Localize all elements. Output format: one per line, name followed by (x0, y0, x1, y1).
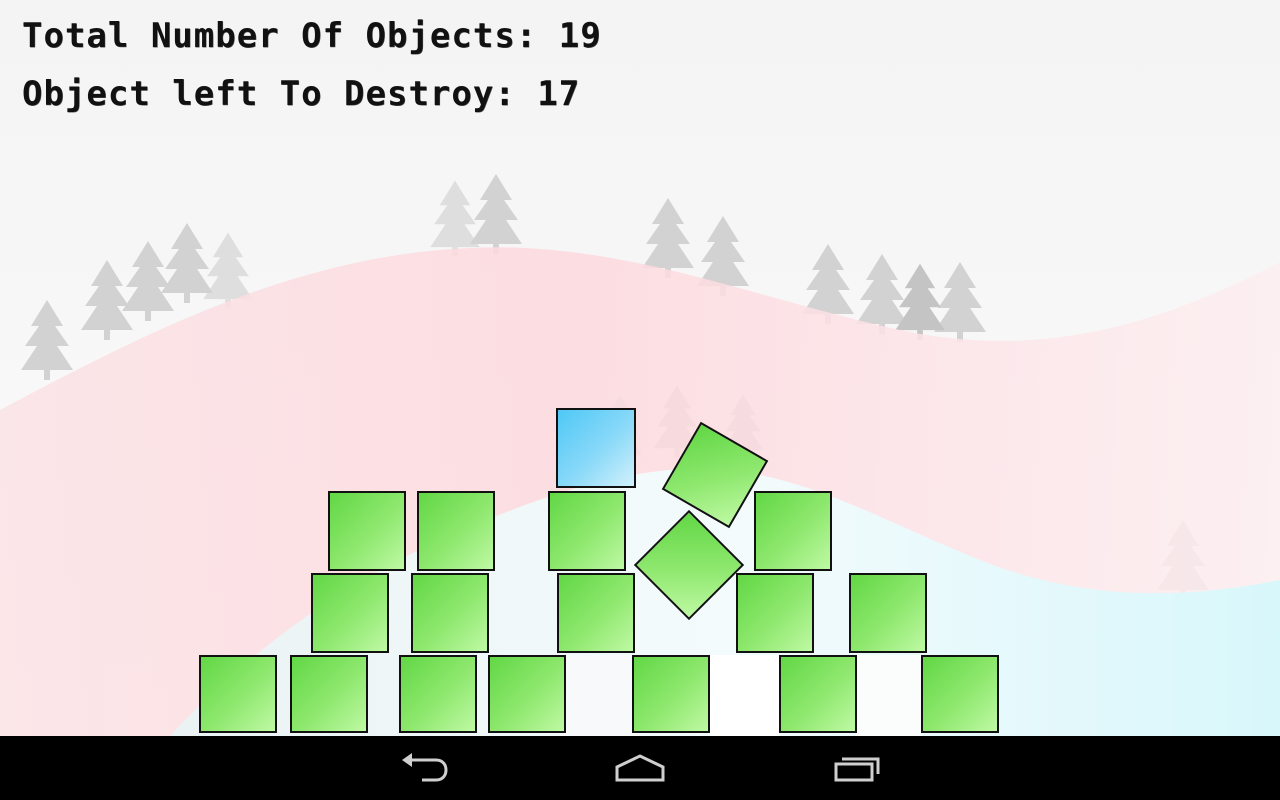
game-stage[interactable]: Total Number Of Objects: 19 Object left … (0, 0, 1280, 800)
recent-apps-icon (834, 757, 880, 782)
total-objects-value: 19 (558, 16, 602, 56)
green-block[interactable] (199, 655, 277, 733)
green-block[interactable] (557, 573, 635, 653)
green-block[interactable] (311, 573, 389, 653)
green-block[interactable] (290, 655, 368, 733)
green-block[interactable] (328, 491, 406, 571)
total-objects-label: Total Number Of Objects: (22, 16, 538, 56)
blue-block[interactable] (556, 408, 636, 488)
total-objects-counter: Total Number Of Objects: 19 (22, 16, 602, 56)
green-block[interactable] (488, 655, 566, 733)
green-block[interactable] (417, 491, 495, 571)
green-block[interactable] (779, 655, 857, 733)
objects-left-label: Object left To Destroy: (22, 74, 516, 114)
objects-left-counter: Object left To Destroy: 17 (22, 74, 580, 114)
green-block[interactable] (548, 491, 626, 571)
system-navigation-bar (0, 736, 1280, 800)
back-button[interactable] (394, 750, 454, 786)
green-block[interactable] (754, 491, 832, 571)
green-block[interactable] (921, 655, 999, 733)
objects-left-value: 17 (537, 74, 581, 114)
green-block[interactable] (849, 573, 927, 653)
green-block[interactable] (411, 573, 489, 653)
recent-apps-button[interactable] (827, 750, 887, 786)
home-button[interactable] (610, 750, 670, 786)
back-arrow-icon (402, 753, 448, 782)
green-block[interactable] (399, 655, 477, 733)
green-block[interactable] (736, 573, 814, 653)
green-block[interactable] (632, 655, 710, 733)
home-icon (615, 754, 665, 782)
